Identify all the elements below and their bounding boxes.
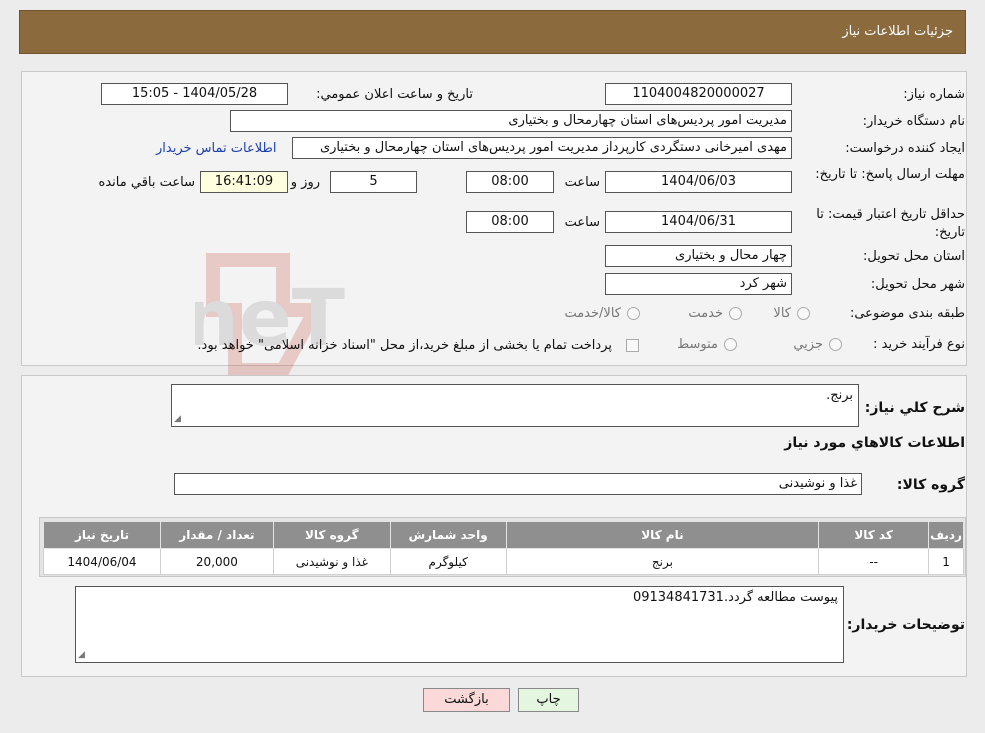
deadline-date-field: 1404/06/03 [605,171,792,193]
cell-row-number: 1 [928,548,964,575]
category-option-goods-service[interactable]: کالا/خدمت [564,306,640,321]
validity-label: حداقل تاريخ اعتبار قيمت: تا تاريخ: [816,207,965,240]
buyer-org-field: مديريت امور پرديس‌های استان چهارمحال و ب… [230,110,792,132]
creator-label: ايجاد کننده درخواست: [845,141,965,156]
validity-date-field: 1404/06/31 [605,211,792,233]
remaining-time-field: 16:41:09 [200,171,288,193]
goods-group-field: غذا و نوشيدنی [174,473,862,495]
col-item-code: كد كالا [818,521,930,549]
col-need-date: تاريخ نياز [43,521,161,549]
col-quantity: تعداد / مقدار [159,521,274,549]
goods-section-title: اطلاعات كالاهاي مورد نياز [784,435,965,451]
items-table-header: رديف كد كالا نام كالا واحد شمارش گروه كا… [43,521,964,549]
deadline-time-field: 08:00 [466,171,554,193]
buyer-contact-link[interactable]: اطلاعات تماس خريدار [156,141,276,156]
validity-time-field: 08:00 [466,211,554,233]
days-label: روز و [290,175,320,190]
deadline-time-label: ساعت [564,175,600,190]
cell-need-date: 1404/06/04 [43,548,161,575]
items-table: رديف كد كالا نام كالا واحد شمارش گروه كا… [43,521,964,575]
city-label: شهر محل تحويل: [870,277,965,292]
process-label: نوع فرآيند خريد : [873,337,965,352]
city-field: شهر کرد [605,273,792,295]
cell-unit: کيلوگرم [389,548,507,575]
back-button[interactable]: بازگشت [423,688,510,712]
deadline-label: مهلت ارسال پاسخ: تا تاريخ: [815,167,965,182]
need-number-field: 1104004820000027 [605,83,792,105]
announce-datetime-field: 1404/05/28 - 15:05 [101,83,288,105]
validity-time-label: ساعت [564,215,600,230]
category-option-service[interactable]: خدمت [688,306,742,321]
items-table-wrapper: رديف كد كالا نام كالا واحد شمارش گروه كا… [39,517,966,577]
cell-item-code: -- [818,548,930,575]
radio-icon [627,307,640,320]
cell-item-group: غذا و نوشيدنی [272,548,391,575]
remaining-time-label: ساعت باقي مانده [98,175,195,190]
goods-group-label: گروه كالا: [896,477,965,493]
announce-label: تاريخ و ساعت اعلان عمومي: [316,87,473,102]
radio-icon [829,338,842,351]
col-unit: واحد شمارش [389,521,507,549]
description-textarea: برنج. ◢ [171,384,859,427]
col-row-number: رديف [928,521,964,549]
process-option-medium[interactable]: متوسط [677,337,737,352]
col-item-group: گروه كالا [272,521,391,549]
process-option-minor[interactable]: جزيي [793,337,842,352]
need-number-label: شماره نیاز: [903,87,965,102]
creator-field: مهدی اميرخانی دستگردی کارپرداز مديريت ام… [292,137,792,159]
days-remaining-field: 5 [330,171,417,193]
print-button[interactable]: چاپ [518,688,579,712]
table-row: 1 -- برنج کيلوگرم غذا و نوشيدنی 20,000 1… [43,548,964,575]
radio-icon [724,338,737,351]
radio-icon [729,307,742,320]
page-title: جزئیات اطلاعات نیاز [842,24,953,39]
cell-item-name: برنج [505,548,820,575]
province-label: استان محل تحويل: [863,249,965,264]
resize-grip-icon[interactable]: ◢ [174,415,181,424]
page-header: جزئیات اطلاعات نیاز [19,10,966,54]
col-item-name: نام كالا [505,521,820,549]
description-label: شرح كلي نياز: [864,400,965,416]
cell-quantity: 20,000 [159,548,274,575]
payment-note: پرداخت تمام يا بخشی از مبلغ خريد،از محل … [197,338,612,353]
category-label: طبقه بندی موضوعی: [849,306,965,321]
resize-grip-icon[interactable]: ◢ [78,651,85,660]
radio-icon [797,307,810,320]
buyer-notes-textarea: پيوست مطالعه گردد.09134841731 ◢ [75,586,844,663]
treasury-docs-checkbox[interactable] [626,339,639,352]
category-option-goods[interactable]: کالا [773,306,810,321]
buyer-notes-label: توضيحات خريدار: [846,617,965,633]
buyer-org-label: نام دستگاه خريدار: [862,114,965,129]
province-field: چهار محال و بختياری [605,245,792,267]
